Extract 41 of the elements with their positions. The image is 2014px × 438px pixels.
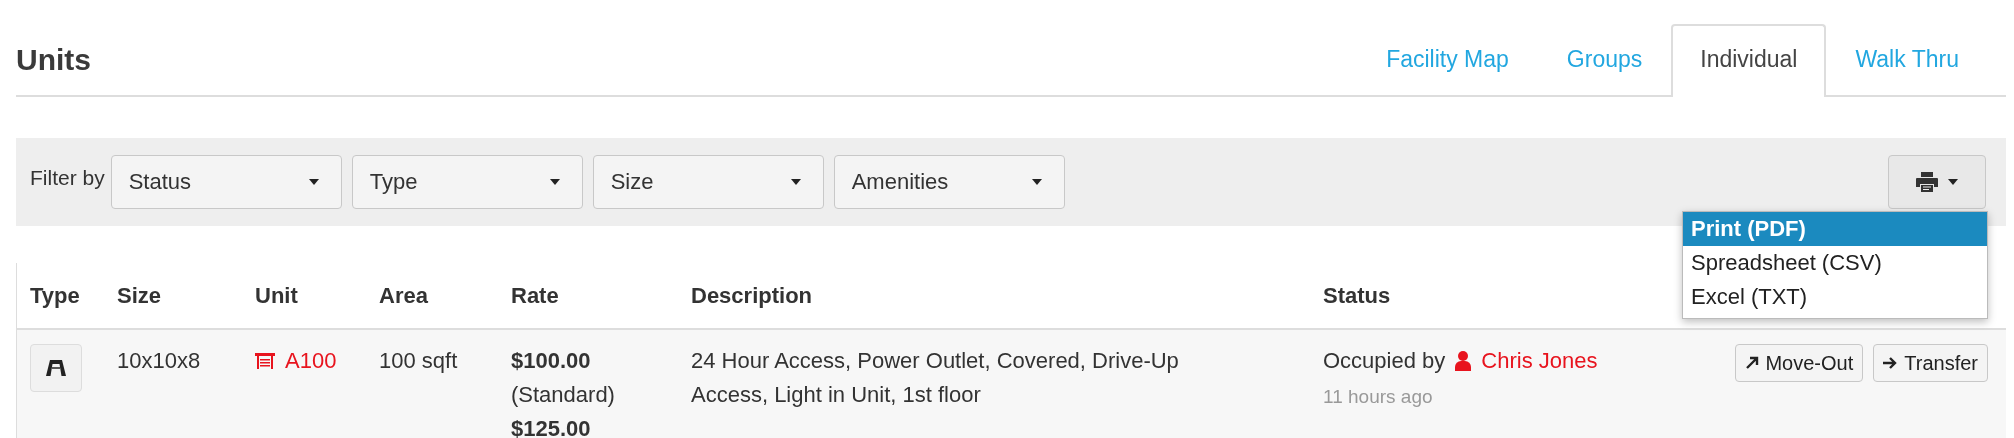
filter-label: Filter by bbox=[30, 166, 105, 190]
menu-item[interactable]: Print (PDF) bbox=[1683, 212, 1987, 246]
column-header: Size bbox=[117, 282, 163, 309]
description-text: 24 Hour Access, Power Outlet, Covered, Drive-Up Access, Light in Unit, 1st floor bbox=[691, 348, 1179, 407]
filter-dropdown[interactable]: Amenities bbox=[833, 155, 1065, 209]
caret-icon bbox=[1948, 179, 1958, 185]
caret-icon bbox=[790, 179, 801, 185]
unit-type-button[interactable] bbox=[30, 344, 82, 392]
timestamp: 11 hours ago bbox=[1323, 385, 1434, 409]
caret-icon bbox=[1031, 179, 1042, 185]
unit-link[interactable]: A100 bbox=[285, 344, 337, 378]
filter-dropdown[interactable]: Size bbox=[592, 155, 824, 209]
rate-note: (Standard) bbox=[511, 381, 616, 409]
drive-up-icon bbox=[46, 360, 66, 376]
filter-dropdown[interactable]: Type bbox=[351, 155, 583, 209]
rate-amount: $100.00 bbox=[511, 347, 592, 375]
column-header: Type bbox=[29, 282, 81, 309]
status-text: Occupied by bbox=[1323, 347, 1446, 375]
transfer-button[interactable]: Transfer bbox=[1873, 344, 1988, 382]
caret-icon bbox=[549, 179, 560, 185]
garage-door-icon bbox=[255, 353, 275, 369]
filter-dropdown[interactable]: Status bbox=[110, 155, 342, 209]
diagonal-arrow-icon bbox=[1745, 356, 1760, 370]
column-header: Unit bbox=[255, 282, 299, 309]
column-header: Area bbox=[379, 282, 429, 309]
caret-icon bbox=[308, 179, 319, 185]
table-cell: 100 sqft bbox=[379, 348, 458, 373]
move-out-button[interactable]: Move-Out bbox=[1735, 344, 1864, 382]
person-icon bbox=[1455, 351, 1472, 371]
menu-item[interactable]: Excel (TXT) bbox=[1683, 280, 1987, 314]
right-arrow-icon bbox=[1883, 356, 1899, 370]
print-icon bbox=[1916, 172, 1938, 192]
table-cell: 10x10x8 bbox=[117, 348, 201, 373]
tenant-link[interactable]: Chris Jones bbox=[1481, 344, 1598, 378]
column-header: Description bbox=[691, 282, 814, 309]
column-header: Rate bbox=[511, 282, 560, 309]
page-title: Units bbox=[16, 43, 91, 78]
menu-item[interactable]: Spreadsheet (CSV) bbox=[1683, 246, 1987, 280]
print-button[interactable] bbox=[1888, 155, 1986, 209]
tab[interactable]: Individual bbox=[1671, 24, 1827, 97]
rate-amount: $125.00 bbox=[511, 415, 592, 438]
